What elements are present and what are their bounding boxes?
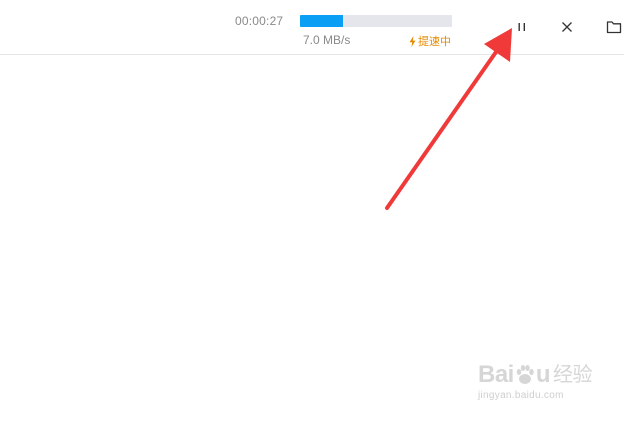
pause-button[interactable] — [512, 17, 532, 37]
download-window: 00:00:27 7.0 MB/s 提速中 Bai u 经验 jingyan.b… — [0, 0, 624, 427]
elapsed-time: 00:00:27 — [235, 14, 284, 28]
open-folder-button[interactable] — [604, 17, 624, 37]
pause-icon — [518, 23, 525, 31]
watermark-logo: Bai u 经验 — [478, 362, 598, 388]
close-icon — [562, 22, 572, 32]
speed-boost-badge[interactable]: 提速中 — [409, 33, 451, 49]
baidu-jingyan-watermark: Bai u 经验 jingyan.baidu.com — [478, 362, 598, 414]
annotation-arrow — [385, 28, 512, 210]
speed-boost-label: 提速中 — [418, 36, 451, 48]
progress-bar-fill — [300, 15, 343, 27]
folder-icon — [606, 21, 622, 34]
download-task-row: 00:00:27 7.0 MB/s 提速中 — [0, 0, 624, 55]
baidu-paw-icon — [516, 365, 534, 384]
watermark-url: jingyan.baidu.com — [478, 390, 564, 401]
cancel-download-button[interactable] — [557, 17, 577, 37]
watermark-logo-left: Bai — [478, 361, 514, 388]
download-speed: 7.0 MB/s — [303, 33, 351, 47]
watermark-logo-right: u — [535, 361, 551, 388]
progress-bar — [300, 15, 452, 27]
lightning-icon — [409, 35, 416, 47]
watermark-logo-cn: 经验 — [553, 364, 593, 386]
